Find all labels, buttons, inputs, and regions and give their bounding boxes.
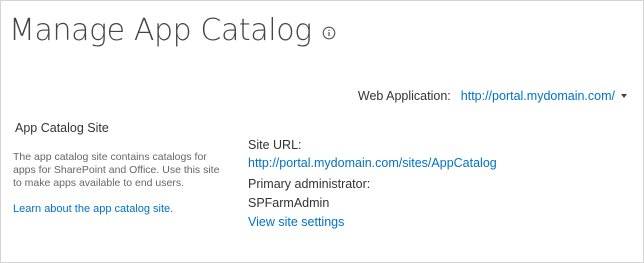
site-url-label: Site URL: <box>248 138 302 152</box>
page-header: Manage App Catalog <box>9 13 336 48</box>
section-description: The app catalog site contains catalogs f… <box>13 151 220 189</box>
learn-about-app-catalog-link[interactable]: Learn about the app catalog site. <box>13 203 173 215</box>
page-title: Manage App Catalog <box>9 13 312 48</box>
primary-administrator-label: Primary administrator: <box>248 177 371 191</box>
web-application-label: Web Application: <box>357 89 451 103</box>
view-site-settings-link[interactable]: View site settings <box>248 215 344 229</box>
page-frame: Manage App Catalog Web Application: http… <box>0 0 644 263</box>
primary-administrator-value: SPFarmAdmin <box>248 196 330 210</box>
web-application-selector: Web Application: http://portal.mydomain.… <box>358 89 627 103</box>
site-url-link[interactable]: http://portal.mydomain.com/sites/AppCata… <box>248 156 497 170</box>
info-circle-icon[interactable] <box>322 26 336 40</box>
section-title: App Catalog Site <box>15 121 109 135</box>
web-application-link[interactable]: http://portal.mydomain.com/ <box>461 89 615 103</box>
caret-down-icon[interactable] <box>621 94 627 98</box>
